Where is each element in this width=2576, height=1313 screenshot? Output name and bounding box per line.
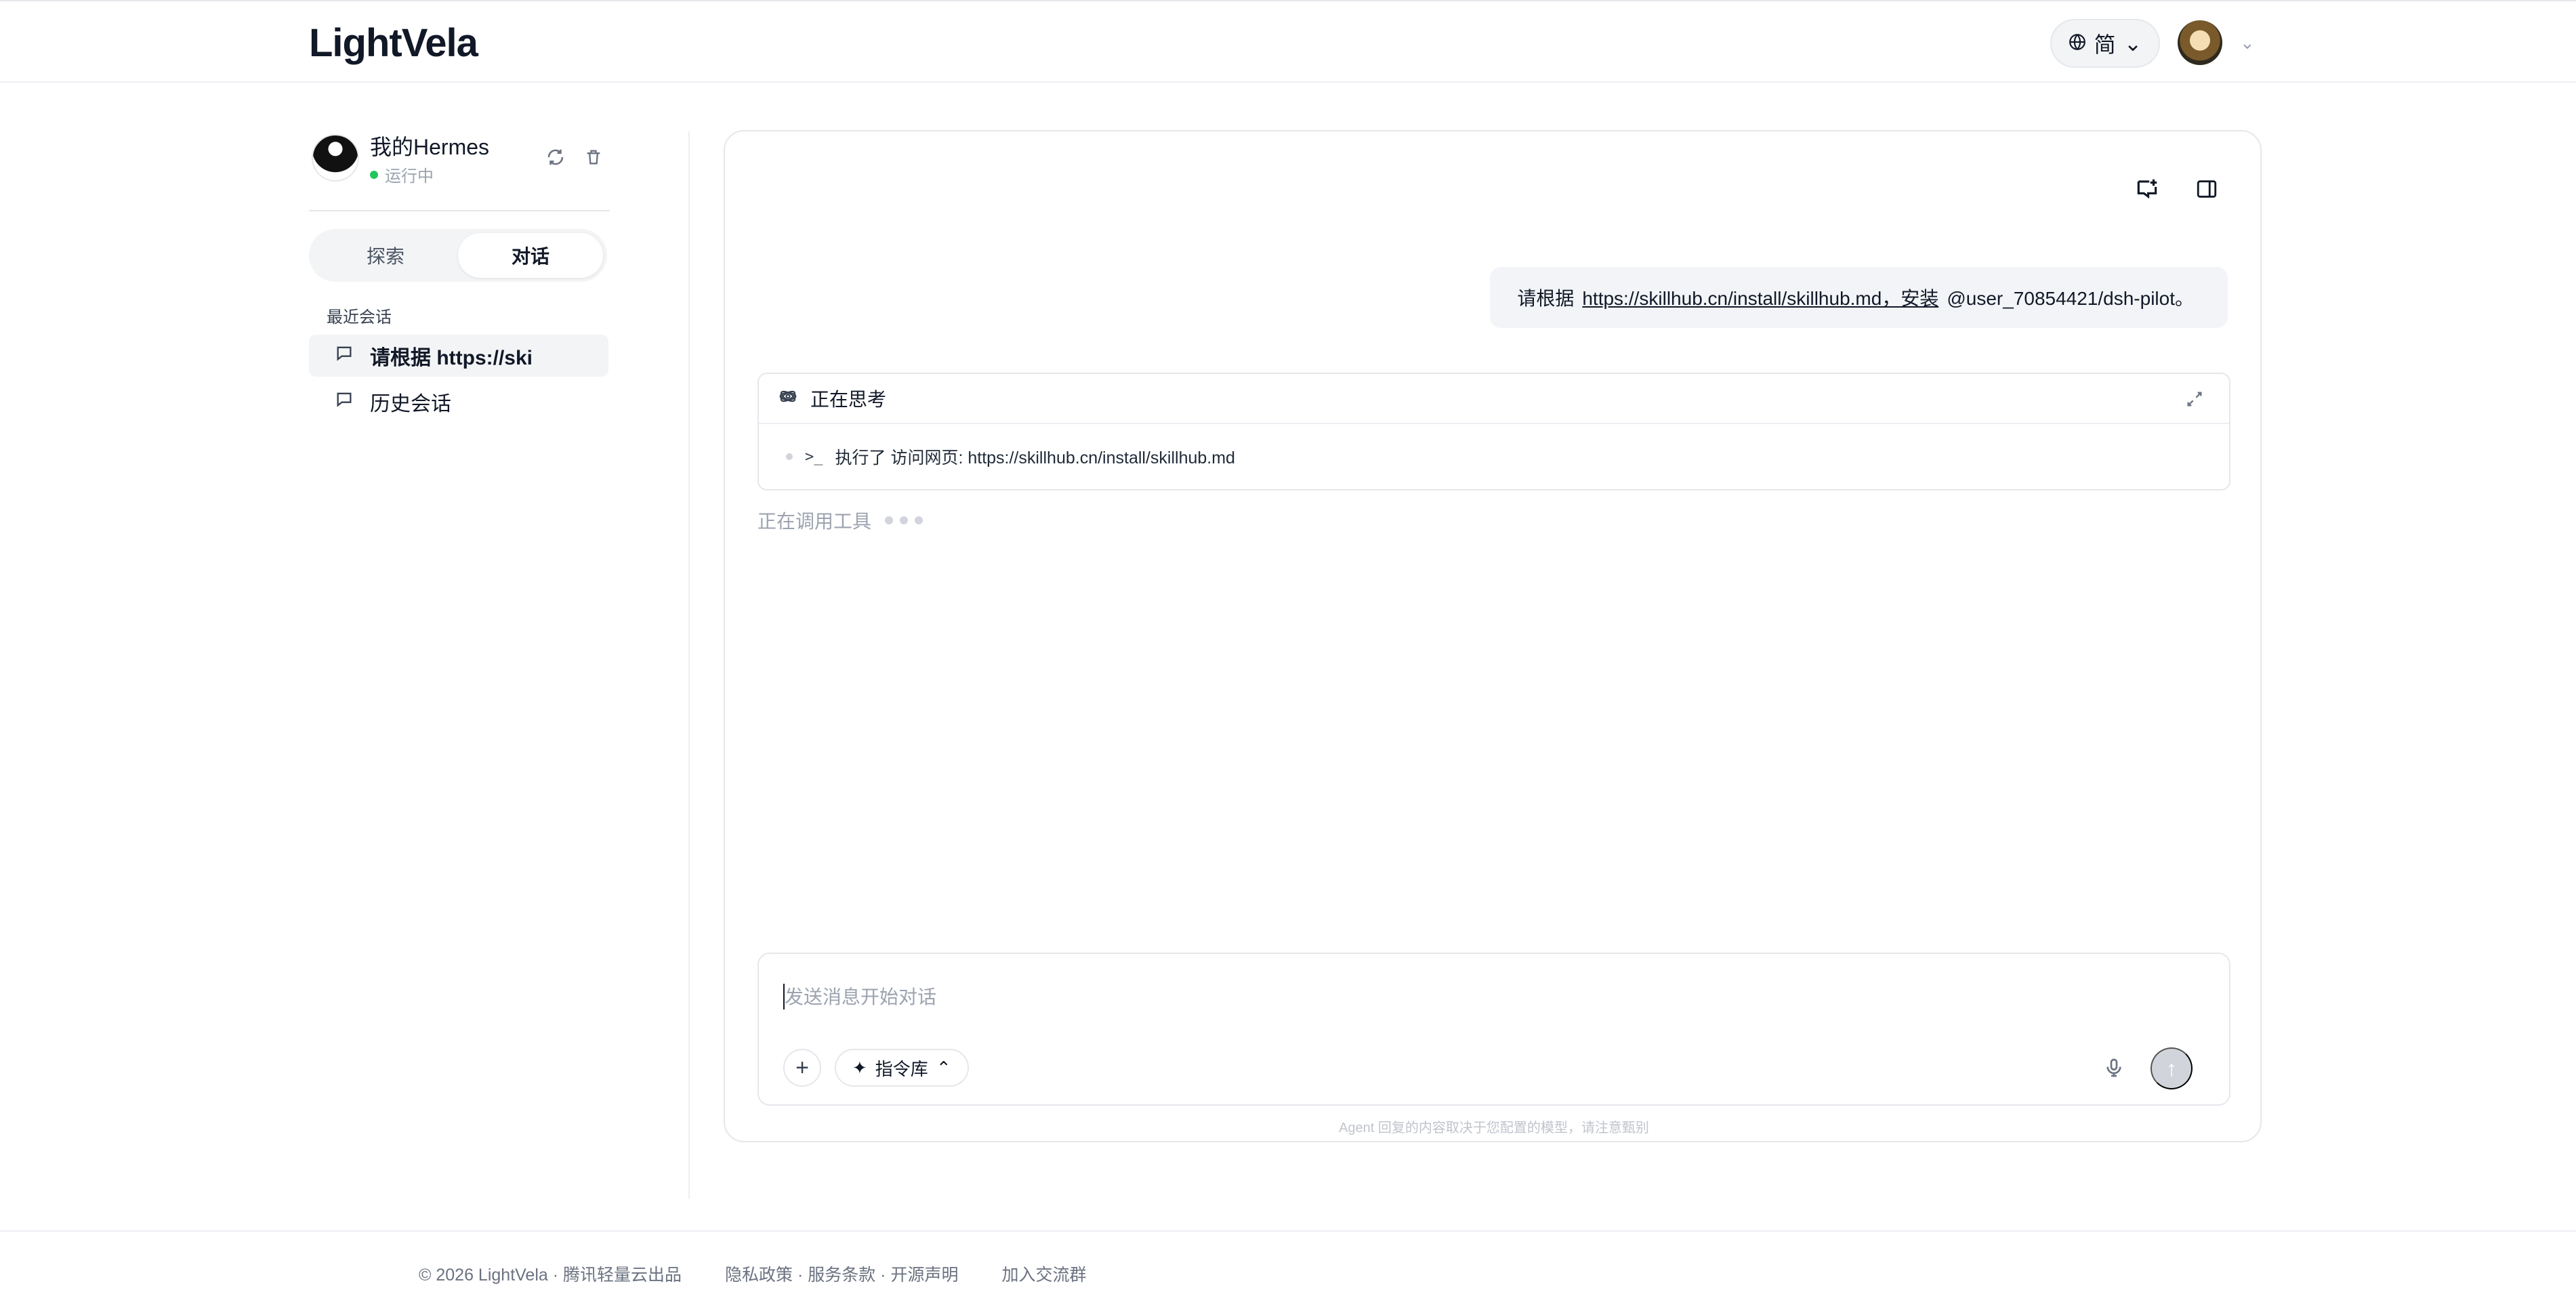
thinking-step: >_ 执行了 访问网页: https://skillhub.cn/install… xyxy=(759,424,2229,489)
step-dot xyxy=(786,453,793,460)
tool-status: 正在调用工具 xyxy=(757,507,923,534)
chat-bubble-icon xyxy=(335,343,354,368)
tab-chat[interactable]: 对话 xyxy=(458,233,603,278)
copyright-text: © 2026 LightVela · 腾讯轻量云出品 xyxy=(419,1266,682,1285)
lightvela-logo[interactable]: LightVela xyxy=(309,20,478,66)
user-message: 请根据 https://skillhub.cn/install/skillhub… xyxy=(1490,267,2228,328)
text-cursor xyxy=(783,984,785,1009)
add-attachment-button[interactable]: + xyxy=(783,1049,821,1087)
conversation-title: 历史会话 xyxy=(370,393,451,415)
prompt-library-label: 指令库 xyxy=(875,1058,928,1079)
terminal-icon: >_ xyxy=(805,448,823,465)
thinking-card: 正在思考 >_ 执行了 访问网页: https://skillhub.cn/in… xyxy=(757,373,2230,491)
language-switch-button[interactable]: 简 ⌄ xyxy=(2050,19,2160,68)
thinking-title: 正在思考 xyxy=(810,389,887,410)
trash-icon[interactable] xyxy=(581,145,606,169)
conversation-title: 请根据 https://ski xyxy=(370,347,533,369)
chevron-up-icon: ⌃ xyxy=(936,1057,951,1078)
language-label: 简 xyxy=(2094,33,2116,57)
user-message-prefix: 请根据 xyxy=(1517,288,1575,309)
top-navigation: LightVela 简 ⌄ ⌄ xyxy=(0,0,2576,83)
message-input[interactable] xyxy=(783,970,2071,1024)
atom-icon xyxy=(778,386,798,411)
arrow-up-icon: ↑ xyxy=(2166,1056,2177,1081)
message-composer: + ✦ 指令库 ⌃ ↑ xyxy=(757,953,2230,1106)
collapse-icon[interactable] xyxy=(2182,386,2207,412)
conversation-item-history[interactable]: 历史会话 xyxy=(309,381,608,423)
globe-icon xyxy=(2069,31,2086,56)
thinking-header[interactable]: 正在思考 xyxy=(759,374,2229,424)
model-disclaimer: Agent 回复的内容取决于您配置的模型，请注意甄别 xyxy=(1339,1121,1649,1135)
recent-conversations-label: 最近会话 xyxy=(327,308,392,327)
sidebar-content-divider xyxy=(688,131,690,1199)
footer-divider xyxy=(0,1230,2576,1232)
plus-icon: + xyxy=(795,1054,809,1081)
chat-bubble-icon xyxy=(335,390,354,414)
sidebar-divider xyxy=(309,210,610,211)
panel-toggle-icon[interactable] xyxy=(2188,171,2225,207)
agent-avatar xyxy=(312,134,359,182)
user-message-suffix: @user_70854421/dsh-pilot。 xyxy=(1947,288,2194,309)
refresh-icon[interactable] xyxy=(543,145,568,169)
sparkle-icon: ✦ xyxy=(852,1057,867,1078)
conversation-item-current[interactable]: 请根据 https://ski xyxy=(309,335,608,377)
skillhub-link[interactable]: https://skillhub.cn/install/skillhub.md，… xyxy=(1582,284,1938,311)
tool-status-text: 正在调用工具 xyxy=(757,511,872,532)
chat-panel: 请根据 https://skillhub.cn/install/skillhub… xyxy=(724,130,2262,1142)
footer: © 2026 LightVela · 腾讯轻量云出品 隐私政策 · 服务条款 ·… xyxy=(419,1262,1086,1286)
mic-icon[interactable] xyxy=(2096,1050,2132,1085)
join-community-link[interactable]: 加入交流群 xyxy=(1001,1262,1086,1286)
policy-links[interactable]: 隐私政策 · 服务条款 · 开源声明 xyxy=(725,1262,958,1286)
running-status-dot xyxy=(370,170,378,179)
agent-status-text: 运行中 xyxy=(385,167,434,186)
loading-dots xyxy=(885,516,923,524)
agent-status: 运行中 xyxy=(370,163,434,186)
tab-explore[interactable]: 探索 xyxy=(313,233,458,278)
user-avatar[interactable] xyxy=(2178,20,2222,65)
new-chat-icon[interactable] xyxy=(2129,171,2165,207)
sidebar-tabs: 探索 对话 xyxy=(309,229,607,282)
chevron-down-icon: ⌄ xyxy=(2123,31,2142,56)
send-button[interactable]: ↑ xyxy=(2151,1047,2193,1089)
agent-name: 我的Hermes xyxy=(370,135,490,159)
prompt-library-button[interactable]: ✦ 指令库 ⌃ xyxy=(835,1049,969,1087)
account-chevron-down-icon[interactable]: ⌄ xyxy=(2240,33,2255,54)
thinking-action-text: 执行了 访问网页: https://skillhub.cn/install/sk… xyxy=(835,449,1235,467)
